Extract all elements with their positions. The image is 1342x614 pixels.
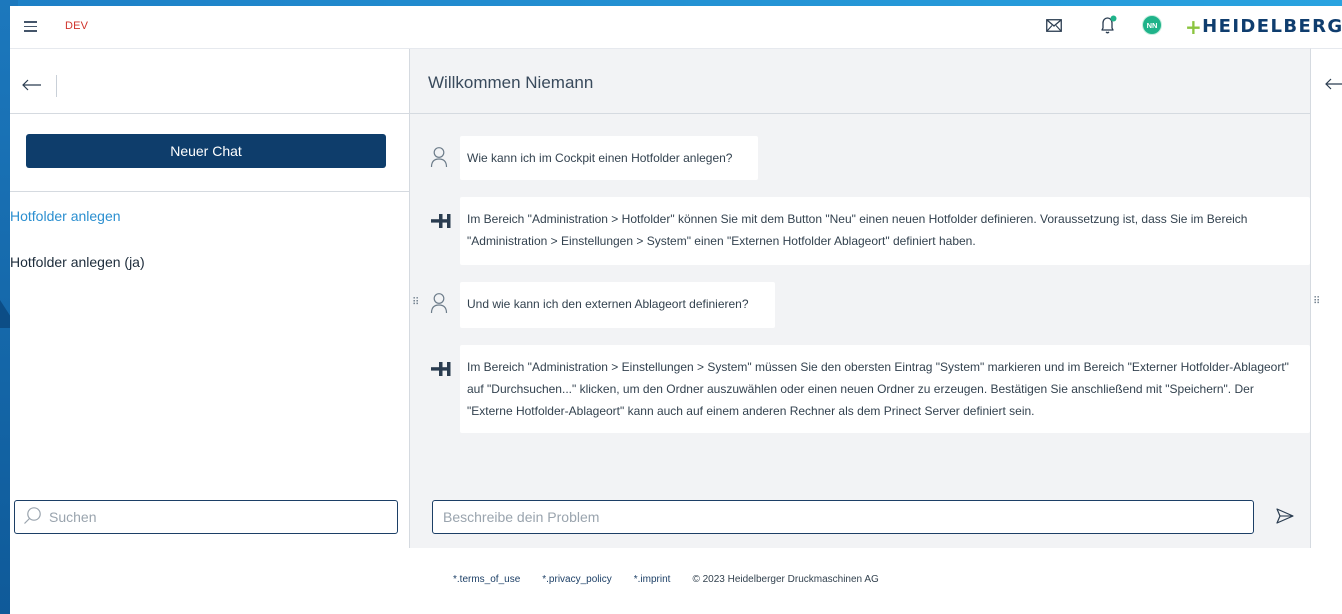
- chat-panel: Willkommen Niemann Wie kann ich im Cockp…: [410, 48, 1310, 548]
- menu-icon[interactable]: [24, 18, 38, 34]
- chat-input-box: [432, 500, 1254, 534]
- history-item-hotfolder-anlegen[interactable]: Hotfolder anlegen: [10, 208, 121, 224]
- drag-handle-icon[interactable]: ⠿: [412, 298, 419, 308]
- user-message: Wie kann ich im Cockpit einen Hotfolder …: [460, 136, 758, 180]
- top-header: DEV NN + HEIDELBERG: [10, 6, 1342, 48]
- app-window: DEV NN + HEIDELBERG Neuer Chat Hotfolder…: [10, 6, 1342, 614]
- drag-handle-icon[interactable]: ⠿: [1313, 297, 1320, 307]
- terms-of-use-link[interactable]: *.terms_of_use: [453, 574, 520, 585]
- send-icon[interactable]: [1276, 508, 1294, 529]
- imprint-link[interactable]: *.imprint: [634, 574, 671, 585]
- assistant-message: Im Bereich "Administration > Hotfolder" …: [460, 197, 1310, 265]
- copyright-text: © 2023 Heidelberger Druckmaschinen AG: [692, 574, 879, 585]
- search-icon: [23, 506, 43, 531]
- user-avatar[interactable]: NN: [1142, 15, 1162, 35]
- chat-history-sidebar: Neuer Chat Hotfolder anlegen Hotfolder a…: [10, 48, 410, 548]
- user-icon: [430, 292, 448, 319]
- mail-icon[interactable]: [1046, 19, 1062, 37]
- footer-links: *.terms_of_use *.privacy_policy *.imprin…: [453, 574, 879, 585]
- history-item-hotfolder-anlegen-ja[interactable]: Hotfolder anlegen (ja): [10, 254, 145, 270]
- expand-panel-arrow-icon[interactable]: [1325, 77, 1342, 95]
- chat-input[interactable]: [443, 509, 1243, 525]
- notification-dot: [1110, 15, 1117, 22]
- chat-title: Willkommen Niemann: [428, 73, 594, 92]
- collapse-sidebar-arrow-icon[interactable]: [22, 78, 42, 96]
- heidelberg-bot-icon: [430, 361, 452, 382]
- right-collapsed-panel: ⠿: [1310, 48, 1342, 548]
- environment-badge: DEV: [65, 20, 89, 32]
- search-box: [14, 500, 398, 534]
- new-chat-button[interactable]: Neuer Chat: [26, 134, 386, 168]
- search-input[interactable]: [49, 509, 379, 525]
- bell-icon[interactable]: [1097, 15, 1119, 40]
- chat-header: Willkommen Niemann: [410, 48, 1310, 114]
- user-message: Und wie kann ich den externen Ablageort …: [460, 282, 775, 328]
- footer: *.terms_of_use *.privacy_policy *.imprin…: [10, 548, 1342, 614]
- privacy-policy-link[interactable]: *.privacy_policy: [542, 574, 611, 585]
- sidebar-divider: [10, 191, 410, 192]
- heidelberg-logo: + HEIDELBERG: [1185, 14, 1342, 39]
- vertical-divider: [56, 75, 57, 97]
- sidebar-top-bar: [10, 48, 410, 114]
- heidelberg-bot-icon: [430, 213, 452, 234]
- user-icon: [430, 146, 448, 173]
- logo-text: HEIDELBERG: [1202, 16, 1342, 37]
- assistant-message: Im Bereich "Administration > Einstellung…: [460, 345, 1310, 433]
